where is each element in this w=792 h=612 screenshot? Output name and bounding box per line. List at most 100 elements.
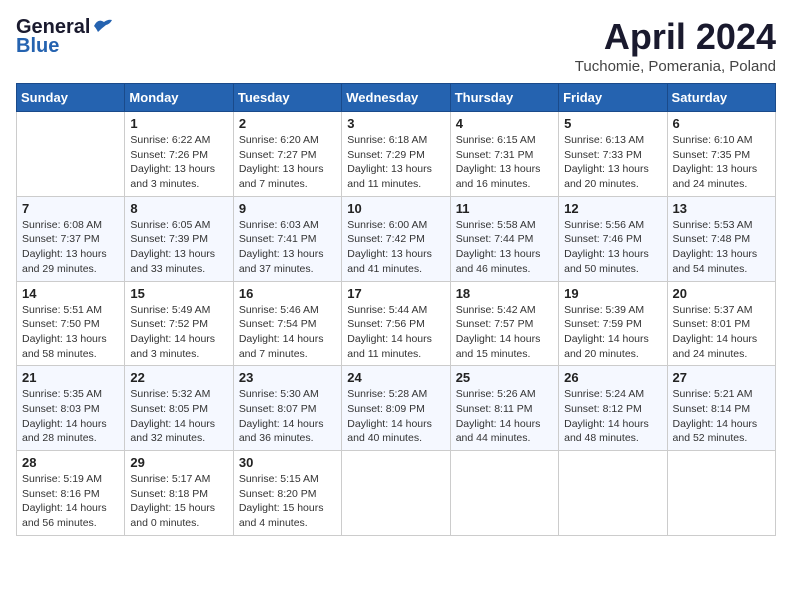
calendar-week-row: 7 Sunrise: 6:08 AMSunset: 7:37 PMDaylight… — [17, 196, 776, 281]
calendar-day-cell: 28 Sunrise: 5:19 AMSunset: 8:16 PMDayligh… — [17, 451, 125, 536]
logo-blue-text: Blue — [16, 35, 59, 58]
day-number: 24 — [347, 370, 444, 385]
day-info: Sunrise: 5:28 AMSunset: 8:09 PMDaylight:… — [347, 387, 444, 446]
day-info: Sunrise: 5:30 AMSunset: 8:07 PMDaylight:… — [239, 387, 336, 446]
calendar-day-cell: 6 Sunrise: 6:10 AMSunset: 7:35 PMDaylight… — [667, 112, 775, 197]
calendar-day-cell: 4 Sunrise: 6:15 AMSunset: 7:31 PMDaylight… — [450, 112, 558, 197]
day-info: Sunrise: 5:42 AMSunset: 7:57 PMDaylight:… — [456, 303, 553, 362]
day-number: 11 — [456, 201, 553, 216]
day-number: 14 — [22, 286, 119, 301]
day-number: 5 — [564, 116, 661, 131]
day-info: Sunrise: 5:39 AMSunset: 7:59 PMDaylight:… — [564, 303, 661, 362]
day-info: Sunrise: 5:35 AMSunset: 8:03 PMDaylight:… — [22, 387, 119, 446]
calendar-day-cell: 3 Sunrise: 6:18 AMSunset: 7:29 PMDaylight… — [342, 112, 450, 197]
day-info: Sunrise: 5:17 AMSunset: 8:18 PMDaylight:… — [130, 472, 227, 531]
calendar-day-cell: 9Sunrise: 6:03 AMSunset: 7:41 PMDaylight… — [233, 196, 341, 281]
day-info: Sunrise: 6:13 AMSunset: 7:33 PMDaylight:… — [564, 133, 661, 192]
day-number: 15 — [130, 286, 227, 301]
day-number: 19 — [564, 286, 661, 301]
calendar-col-header: Sunday — [17, 84, 125, 112]
day-number: 22 — [130, 370, 227, 385]
calendar-day-cell: 5 Sunrise: 6:13 AMSunset: 7:33 PMDaylight… — [559, 112, 667, 197]
location-subtitle: Tuchomie, Pomerania, Poland — [575, 58, 776, 75]
logo-bird-icon — [92, 18, 114, 34]
day-number: 21 — [22, 370, 119, 385]
day-number: 25 — [456, 370, 553, 385]
calendar-day-cell — [17, 112, 125, 197]
calendar-day-cell: 11 Sunrise: 5:58 AMSunset: 7:44 PMDayligh… — [450, 196, 558, 281]
day-info: Sunrise: 5:19 AMSunset: 8:16 PMDaylight:… — [22, 472, 119, 531]
calendar-day-cell: 22Sunrise: 5:32 AMSunset: 8:05 PMDayligh… — [125, 366, 233, 451]
calendar-day-cell: 24 Sunrise: 5:28 AMSunset: 8:09 PMDayligh… — [342, 366, 450, 451]
day-number: 17 — [347, 286, 444, 301]
day-number: 7 — [22, 201, 119, 216]
day-number: 26 — [564, 370, 661, 385]
calendar-day-cell — [559, 451, 667, 536]
calendar-week-row: 28 Sunrise: 5:19 AMSunset: 8:16 PMDayligh… — [17, 451, 776, 536]
calendar-day-cell: 30Sunrise: 5:15 AMSunset: 8:20 PMDayligh… — [233, 451, 341, 536]
day-info: Sunrise: 6:10 AMSunset: 7:35 PMDaylight:… — [673, 133, 770, 192]
calendar-header-row: SundayMondayTuesdayWednesdayThursdayFrid… — [17, 84, 776, 112]
calendar-day-cell: 13Sunrise: 5:53 AMSunset: 7:48 PMDayligh… — [667, 196, 775, 281]
day-info: Sunrise: 5:49 AMSunset: 7:52 PMDaylight:… — [130, 303, 227, 362]
month-title: April 2024 — [575, 16, 776, 58]
day-info: Sunrise: 5:51 AMSunset: 7:50 PMDaylight:… — [22, 303, 119, 362]
day-number: 2 — [239, 116, 336, 131]
day-info: Sunrise: 5:26 AMSunset: 8:11 PMDaylight:… — [456, 387, 553, 446]
day-number: 4 — [456, 116, 553, 131]
calendar-day-cell: 16Sunrise: 5:46 AMSunset: 7:54 PMDayligh… — [233, 281, 341, 366]
calendar-col-header: Friday — [559, 84, 667, 112]
day-info: Sunrise: 6:18 AMSunset: 7:29 PMDaylight:… — [347, 133, 444, 192]
day-info: Sunrise: 6:22 AMSunset: 7:26 PMDaylight:… — [130, 133, 227, 192]
day-info: Sunrise: 6:08 AMSunset: 7:37 PMDaylight:… — [22, 218, 119, 277]
day-number: 18 — [456, 286, 553, 301]
day-number: 29 — [130, 455, 227, 470]
day-info: Sunrise: 5:44 AMSunset: 7:56 PMDaylight:… — [347, 303, 444, 362]
day-number: 20 — [673, 286, 770, 301]
calendar-week-row: 14 Sunrise: 5:51 AMSunset: 7:50 PMDayligh… — [17, 281, 776, 366]
day-info: Sunrise: 5:15 AMSunset: 8:20 PMDaylight:… — [239, 472, 336, 531]
day-number: 23 — [239, 370, 336, 385]
day-number: 6 — [673, 116, 770, 131]
day-info: Sunrise: 6:15 AMSunset: 7:31 PMDaylight:… — [456, 133, 553, 192]
day-number: 12 — [564, 201, 661, 216]
day-info: Sunrise: 5:58 AMSunset: 7:44 PMDaylight:… — [456, 218, 553, 277]
day-info: Sunrise: 6:05 AMSunset: 7:39 PMDaylight:… — [130, 218, 227, 277]
logo: General Blue — [16, 16, 114, 58]
calendar-day-cell: 27 Sunrise: 5:21 AMSunset: 8:14 PMDayligh… — [667, 366, 775, 451]
calendar-week-row: 1Sunrise: 6:22 AMSunset: 7:26 PMDaylight… — [17, 112, 776, 197]
calendar-col-header: Saturday — [667, 84, 775, 112]
calendar-day-cell — [450, 451, 558, 536]
day-number: 8 — [130, 201, 227, 216]
calendar-day-cell: 2Sunrise: 6:20 AMSunset: 7:27 PMDaylight… — [233, 112, 341, 197]
calendar-week-row: 21 Sunrise: 5:35 AMSunset: 8:03 PMDayligh… — [17, 366, 776, 451]
calendar-day-cell: 23 Sunrise: 5:30 AMSunset: 8:07 PMDayligh… — [233, 366, 341, 451]
calendar-col-header: Wednesday — [342, 84, 450, 112]
calendar-day-cell — [342, 451, 450, 536]
calendar-day-cell: 8 Sunrise: 6:05 AMSunset: 7:39 PMDaylight… — [125, 196, 233, 281]
calendar-day-cell: 15 Sunrise: 5:49 AMSunset: 7:52 PMDayligh… — [125, 281, 233, 366]
calendar-day-cell: 19 Sunrise: 5:39 AMSunset: 7:59 PMDayligh… — [559, 281, 667, 366]
day-number: 3 — [347, 116, 444, 131]
day-info: Sunrise: 5:21 AMSunset: 8:14 PMDaylight:… — [673, 387, 770, 446]
title-section: April 2024 Tuchomie, Pomerania, Poland — [575, 16, 776, 75]
page-header: General Blue April 2024 Tuchomie, Pomera… — [16, 16, 776, 75]
calendar-day-cell: 17 Sunrise: 5:44 AMSunset: 7:56 PMDayligh… — [342, 281, 450, 366]
day-number: 28 — [22, 455, 119, 470]
calendar-day-cell: 12Sunrise: 5:56 AMSunset: 7:46 PMDayligh… — [559, 196, 667, 281]
calendar-col-header: Thursday — [450, 84, 558, 112]
day-info: Sunrise: 5:53 AMSunset: 7:48 PMDaylight:… — [673, 218, 770, 277]
calendar-day-cell: 1Sunrise: 6:22 AMSunset: 7:26 PMDaylight… — [125, 112, 233, 197]
day-info: Sunrise: 5:24 AMSunset: 8:12 PMDaylight:… — [564, 387, 661, 446]
calendar-day-cell: 26 Sunrise: 5:24 AMSunset: 8:12 PMDayligh… — [559, 366, 667, 451]
calendar-day-cell: 7 Sunrise: 6:08 AMSunset: 7:37 PMDaylight… — [17, 196, 125, 281]
calendar-day-cell — [667, 451, 775, 536]
calendar-day-cell: 20Sunrise: 5:37 AMSunset: 8:01 PMDayligh… — [667, 281, 775, 366]
calendar-day-cell: 29 Sunrise: 5:17 AMSunset: 8:18 PMDayligh… — [125, 451, 233, 536]
day-number: 27 — [673, 370, 770, 385]
calendar-day-cell: 25 Sunrise: 5:26 AMSunset: 8:11 PMDayligh… — [450, 366, 558, 451]
calendar-col-header: Monday — [125, 84, 233, 112]
calendar-day-cell: 10Sunrise: 6:00 AMSunset: 7:42 PMDayligh… — [342, 196, 450, 281]
day-info: Sunrise: 5:46 AMSunset: 7:54 PMDaylight:… — [239, 303, 336, 362]
day-info: Sunrise: 6:00 AMSunset: 7:42 PMDaylight:… — [347, 218, 444, 277]
